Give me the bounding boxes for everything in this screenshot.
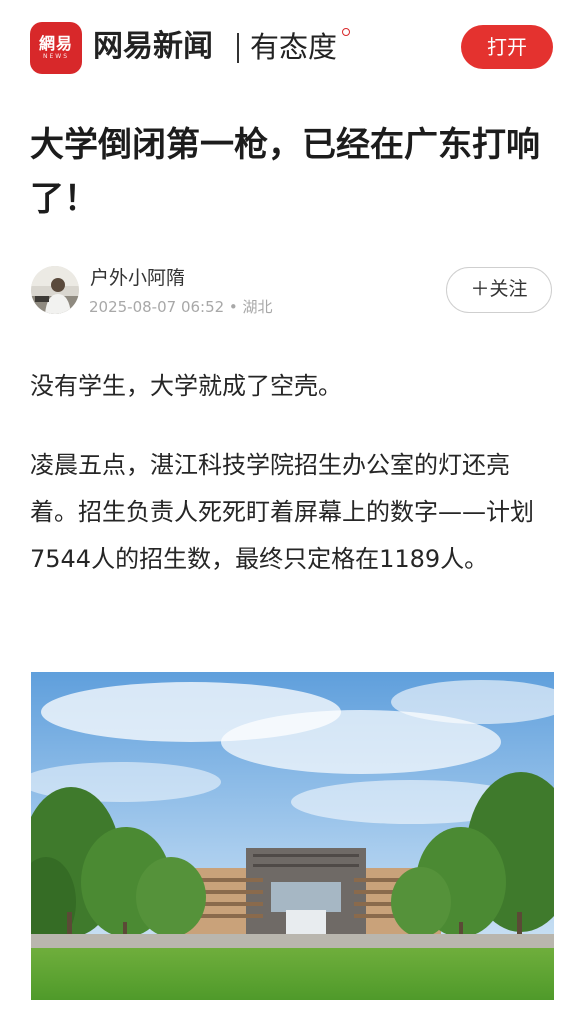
article-title: 大学倒闭第一枪，已经在广东打响了！ [30, 125, 540, 219]
publish-meta: 2025-08-07 06:52 • 湖北 [89, 298, 273, 316]
open-app-button[interactable]: 打开 [461, 25, 553, 69]
netease-news-logo-icon[interactable]: 網易 NEWS [30, 22, 82, 74]
follow-button[interactable]: ＋关注 [446, 267, 552, 313]
logo-subtext: NEWS [42, 53, 70, 60]
logo-text: 網易 [38, 34, 73, 53]
article-paragraph: 凌晨五点，湛江科技学院招生办公室的灯还亮着。招生负责人死死盯着屏幕上的数字——计… [30, 451, 534, 573]
brand-divider [237, 33, 239, 63]
app-header: 網易 NEWS 网易新闻 有态度 打开 [0, 0, 586, 96]
author-name[interactable]: 户外小阿隋 [90, 266, 185, 290]
campus-photo [31, 672, 554, 1000]
avatar[interactable] [31, 266, 79, 314]
article-paragraph: 没有学生，大学就成了空壳。 [30, 372, 342, 400]
brand-slogan: 有态度 [250, 30, 338, 64]
avatar-photo [31, 266, 79, 314]
slogan-dot-icon [342, 28, 350, 36]
article-page: 網易 NEWS 网易新闻 有态度 打开 大学倒闭第一枪，已经在广东打响了！ 户外… [0, 0, 586, 1024]
brand-name: 网易新闻 [93, 29, 213, 64]
article-image[interactable] [31, 672, 554, 1000]
